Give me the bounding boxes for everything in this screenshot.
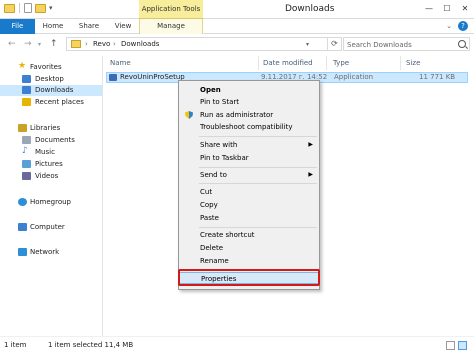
maximize-button[interactable]: ☐ xyxy=(438,0,456,17)
application-icon xyxy=(109,74,117,81)
window-controls: — ☐ ✕ xyxy=(420,0,474,17)
address-history-icon[interactable]: ▾ xyxy=(306,39,309,50)
menu-item-pin-to-start[interactable]: Pin to Start xyxy=(179,96,319,108)
help-icon[interactable]: ? xyxy=(458,21,468,31)
file-type: Application xyxy=(334,73,374,81)
ribbon-tabs: File Home Share View Manage ⌄ ? xyxy=(0,19,474,34)
menu-item-rename[interactable]: Rename xyxy=(179,255,319,267)
back-icon[interactable]: ← xyxy=(8,39,16,49)
column-header-size[interactable]: Size xyxy=(406,56,420,70)
column-divider[interactable] xyxy=(326,56,327,70)
nav-libraries[interactable]: Libraries xyxy=(0,123,102,134)
menu-item-cut[interactable]: Cut xyxy=(179,186,319,198)
menu-item-copy[interactable]: Copy xyxy=(179,199,319,211)
nav-recent-places[interactable]: Recent places xyxy=(0,97,102,108)
network-icon xyxy=(18,248,27,256)
file-name: RevoUninProSetup xyxy=(120,73,185,81)
nav-favorites[interactable]: ★ Favorites xyxy=(0,61,102,73)
column-header-date-modified[interactable]: Date modified xyxy=(263,56,313,70)
window-title: Downloads xyxy=(285,4,335,14)
menu-divider xyxy=(199,167,317,168)
customize-toolbar-icon[interactable]: ▾ xyxy=(49,4,53,12)
contextual-tab-group: Application Tools xyxy=(139,0,203,19)
item-count: 1 item xyxy=(4,341,27,349)
title-bar: ▾ Application Tools Downloads — ☐ ✕ xyxy=(0,0,474,19)
downloads-icon xyxy=(22,86,31,94)
breadcrumb-revo[interactable]: Revo xyxy=(93,39,110,50)
nav-network[interactable]: Network xyxy=(0,247,102,258)
pictures-icon xyxy=(22,160,31,168)
nav-documents[interactable]: Documents xyxy=(0,135,102,146)
expand-ribbon-icon[interactable]: ⌄ xyxy=(446,22,452,30)
recent-locations-icon[interactable]: ▾ xyxy=(38,41,41,48)
large-icons-view-icon[interactable] xyxy=(458,341,467,350)
status-bar: 1 item 1 item selected 11,4 MB xyxy=(0,336,474,355)
breadcrumb-separator: › xyxy=(85,40,88,48)
file-size: 11 771 KB xyxy=(419,73,456,81)
menu-item-send-to[interactable]: Send to ▶ xyxy=(179,169,319,181)
search-box xyxy=(343,37,470,51)
toolbar-divider xyxy=(19,3,20,13)
new-folder-icon[interactable] xyxy=(35,3,46,13)
menu-item-run-as-administrator[interactable]: Run as administrator xyxy=(179,109,319,121)
tab-view[interactable]: View xyxy=(112,19,134,34)
forward-icon[interactable]: → xyxy=(24,39,32,49)
nav-downloads[interactable]: Downloads xyxy=(0,85,102,96)
menu-item-delete[interactable]: Delete xyxy=(179,242,319,254)
column-header-type[interactable]: Type xyxy=(333,56,349,70)
nav-desktop[interactable]: Desktop xyxy=(0,74,102,85)
nav-computer[interactable]: Computer xyxy=(0,222,102,233)
menu-divider xyxy=(199,183,317,184)
selection-info: 1 item selected 11,4 MB xyxy=(48,341,134,349)
properties-icon[interactable] xyxy=(24,3,32,13)
breadcrumb-downloads[interactable]: Downloads xyxy=(121,39,159,50)
nav-homegroup[interactable]: Homegroup xyxy=(0,197,102,208)
recent-places-icon xyxy=(22,98,31,106)
menu-item-pin-to-taskbar[interactable]: Pin to Taskbar xyxy=(179,152,319,164)
desktop-icon xyxy=(22,75,31,83)
submenu-arrow-icon: ▶ xyxy=(308,141,313,148)
tab-home[interactable]: Home xyxy=(40,19,66,34)
details-view-icon[interactable] xyxy=(446,341,455,350)
homegroup-icon xyxy=(18,198,27,206)
search-icon[interactable] xyxy=(458,40,466,48)
breadcrumb-separator: › xyxy=(113,40,116,48)
nav-pictures[interactable]: Pictures xyxy=(0,159,102,170)
documents-icon xyxy=(22,136,31,144)
close-button[interactable]: ✕ xyxy=(456,0,474,17)
up-icon[interactable]: ↑ xyxy=(50,39,58,49)
submenu-arrow-icon: ▶ xyxy=(308,171,313,178)
tab-file[interactable]: File xyxy=(0,19,35,34)
libraries-icon xyxy=(18,124,27,132)
menu-item-troubleshoot-compatibility[interactable]: Troubleshoot compatibility xyxy=(179,121,319,133)
menu-item-share-with[interactable]: Share with ▶ xyxy=(179,139,319,151)
menu-item-paste[interactable]: Paste xyxy=(179,212,319,224)
column-divider[interactable] xyxy=(258,56,259,70)
quick-access-toolbar: ▾ xyxy=(4,3,53,13)
nav-videos[interactable]: Videos xyxy=(0,171,102,182)
context-menu: Open Pin to Start Run as administrator T… xyxy=(178,80,320,290)
nav-music[interactable]: ♪ Music xyxy=(0,146,102,158)
computer-icon xyxy=(18,223,27,231)
tab-share[interactable]: Share xyxy=(76,19,102,34)
column-header-name[interactable]: Name xyxy=(110,56,131,70)
videos-icon xyxy=(22,172,31,180)
refresh-icon[interactable]: ⟳ xyxy=(328,37,342,51)
navigation-pane: ★ Favorites Desktop Downloads Recent pla… xyxy=(0,56,103,336)
folder-icon[interactable] xyxy=(4,3,15,13)
folder-icon xyxy=(71,40,81,48)
music-icon: ♪ xyxy=(22,146,28,156)
menu-divider xyxy=(199,136,317,137)
tab-manage[interactable]: Manage xyxy=(139,19,203,34)
column-divider[interactable] xyxy=(400,56,401,70)
star-icon: ★ xyxy=(18,61,27,71)
menu-divider xyxy=(199,227,317,228)
search-input[interactable] xyxy=(347,39,452,50)
address-bar[interactable]: › Revo › Downloads ▾ xyxy=(66,37,328,51)
shield-icon xyxy=(185,111,193,119)
highlight-box xyxy=(178,269,320,286)
menu-item-open[interactable]: Open xyxy=(179,84,319,96)
menu-item-create-shortcut[interactable]: Create shortcut xyxy=(179,229,319,241)
minimize-button[interactable]: — xyxy=(420,0,438,17)
